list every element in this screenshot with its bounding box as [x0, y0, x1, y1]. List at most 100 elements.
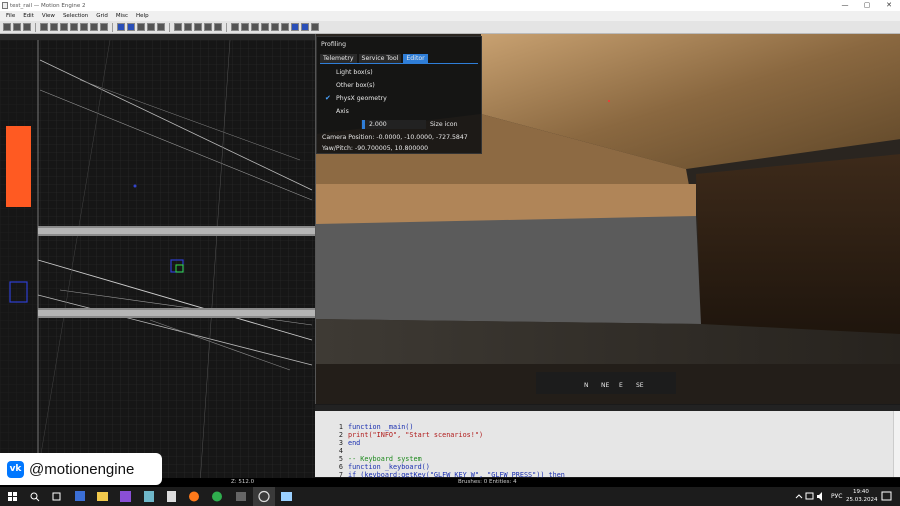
- line-number: 1: [338, 423, 343, 431]
- line-number: 4: [338, 447, 343, 455]
- tool-vertex-icon[interactable]: [50, 23, 58, 31]
- menu-file[interactable]: File: [6, 13, 15, 19]
- menu-view[interactable]: View: [42, 13, 55, 19]
- tool-physics-icon[interactable]: [291, 23, 299, 31]
- notes-app-icon[interactable]: [144, 491, 154, 502]
- task-view-icon[interactable]: [52, 492, 61, 501]
- tray-chevron-icon[interactable]: [795, 494, 803, 499]
- tool-run-icon[interactable]: [241, 23, 249, 31]
- social-handle: @motionengine: [29, 460, 135, 478]
- tool-rotate-icon[interactable]: [23, 23, 31, 31]
- light-boxes-checkbox[interactable]: [325, 69, 332, 76]
- tool-csg-icon[interactable]: [70, 23, 78, 31]
- network-icon[interactable]: [805, 492, 814, 500]
- compass-ne: NE: [601, 382, 610, 389]
- tool-grid-icon[interactable]: [147, 23, 155, 31]
- tool-filter-icon[interactable]: [214, 23, 222, 31]
- tool-hollow-icon[interactable]: [80, 23, 88, 31]
- tab-editor[interactable]: Editor: [403, 54, 428, 63]
- physx-geometry-checkbox[interactable]: ✔: [325, 95, 332, 102]
- tool-light-icon[interactable]: [251, 23, 259, 31]
- compass-e: E: [619, 382, 623, 389]
- code-text: print("INFO", "Start scenarios!"): [348, 431, 484, 439]
- menu-grid[interactable]: Grid: [96, 13, 108, 19]
- input-language[interactable]: РУС: [831, 493, 842, 500]
- volume-icon[interactable]: [817, 492, 822, 501]
- calculator-icon[interactable]: [167, 491, 176, 502]
- tool-view-3d-icon[interactable]: [204, 23, 212, 31]
- axis-checkbox[interactable]: [325, 108, 332, 115]
- grid-canvas[interactable]: [0, 40, 315, 478]
- code-text: -- Keyboard system: [348, 455, 422, 463]
- app-icon: [2, 2, 8, 9]
- code-text: function _keyboard(): [348, 463, 430, 471]
- maximize-button[interactable]: ▢: [856, 0, 878, 11]
- profiling-title: Profiling: [321, 41, 347, 48]
- tool-settings-icon[interactable]: [311, 23, 319, 31]
- close-button[interactable]: ✕: [878, 0, 900, 11]
- file-explorer-icon[interactable]: [97, 492, 108, 501]
- vk-logo-icon: vk: [7, 460, 24, 478]
- terminal-app-icon[interactable]: [281, 492, 292, 501]
- camera-app-icon[interactable]: [236, 492, 246, 501]
- other-boxes-checkbox[interactable]: [325, 82, 332, 89]
- size-icon-label: Size icon: [430, 121, 458, 128]
- slider-knob[interactable]: [362, 120, 365, 129]
- tool-view-xz-icon[interactable]: [184, 23, 192, 31]
- yaw-pitch: Yaw/Pitch: -90.700005, 10.800000: [322, 145, 429, 152]
- tool-move-icon[interactable]: [13, 23, 21, 31]
- code-text: function _main(): [348, 423, 414, 431]
- menu-edit[interactable]: Edit: [23, 13, 34, 19]
- menu-misc[interactable]: Misc: [116, 13, 128, 19]
- script-editor[interactable]: 1 function _main() 2 print("INFO", "Star…: [315, 405, 900, 479]
- toolbar: [0, 21, 900, 34]
- line-number: 3: [338, 439, 343, 447]
- tool-snap-icon[interactable]: [157, 23, 165, 31]
- tool-texture-icon[interactable]: [100, 23, 108, 31]
- light-boxes-label: Light box(s): [336, 69, 373, 76]
- tool-select-icon[interactable]: [3, 23, 11, 31]
- tool-camera-icon[interactable]: [137, 23, 145, 31]
- tray-time[interactable]: 19:40: [853, 489, 869, 495]
- title-bar: test_rail — Motion Engine 2 — ▢ ✕: [0, 0, 900, 11]
- tool-compile-icon[interactable]: [231, 23, 239, 31]
- chrome-icon[interactable]: [212, 491, 222, 502]
- size-icon-slider[interactable]: 2.000: [361, 120, 426, 129]
- firefox-icon[interactable]: [189, 491, 199, 502]
- tool-sound-icon[interactable]: [261, 23, 269, 31]
- tool-script-icon[interactable]: [281, 23, 289, 31]
- minimize-button[interactable]: —: [834, 0, 856, 11]
- windows-start-icon[interactable]: [8, 492, 17, 501]
- tool-brush-icon[interactable]: [117, 23, 125, 31]
- camera-position: Camera Position: -0.0000, -10.0000, -727…: [322, 134, 468, 141]
- tool-clip-icon[interactable]: [60, 23, 68, 31]
- tab-service-tool[interactable]: Service Tool: [358, 54, 402, 63]
- search-icon[interactable]: [30, 492, 40, 502]
- viewport-2d[interactable]: [0, 34, 315, 478]
- tool-path-icon[interactable]: [271, 23, 279, 31]
- compass-se: SE: [636, 382, 644, 389]
- tray-date[interactable]: 25.03.2024: [846, 497, 878, 503]
- visual-studio-icon[interactable]: [120, 491, 131, 502]
- menu-selection[interactable]: Selection: [63, 13, 88, 19]
- toolbar-divider: [169, 22, 170, 32]
- save-app-icon[interactable]: [75, 491, 85, 501]
- toolbar-divider: [35, 22, 36, 32]
- tab-underline: [320, 63, 478, 64]
- tool-profiler-icon[interactable]: [301, 23, 309, 31]
- status-z: Z: 512.0: [231, 479, 255, 485]
- tool-merge-icon[interactable]: [90, 23, 98, 31]
- profiling-panel: Profiling Telemetry Service Tool Editor …: [316, 36, 482, 154]
- menu-help[interactable]: Help: [136, 13, 149, 19]
- tab-telemetry[interactable]: Telemetry: [320, 54, 357, 63]
- notification-icon[interactable]: [881, 491, 892, 501]
- window-title: test_rail — Motion Engine 2: [10, 2, 86, 9]
- toolbar-divider: [226, 22, 227, 32]
- line-number: 6: [338, 463, 343, 471]
- editor-scrollbar[interactable]: [893, 411, 900, 477]
- size-icon-value: 2.000: [369, 121, 387, 128]
- tool-view-xy-icon[interactable]: [174, 23, 182, 31]
- tool-entity-icon[interactable]: [127, 23, 135, 31]
- tool-scale-icon[interactable]: [40, 23, 48, 31]
- tool-view-yz-icon[interactable]: [194, 23, 202, 31]
